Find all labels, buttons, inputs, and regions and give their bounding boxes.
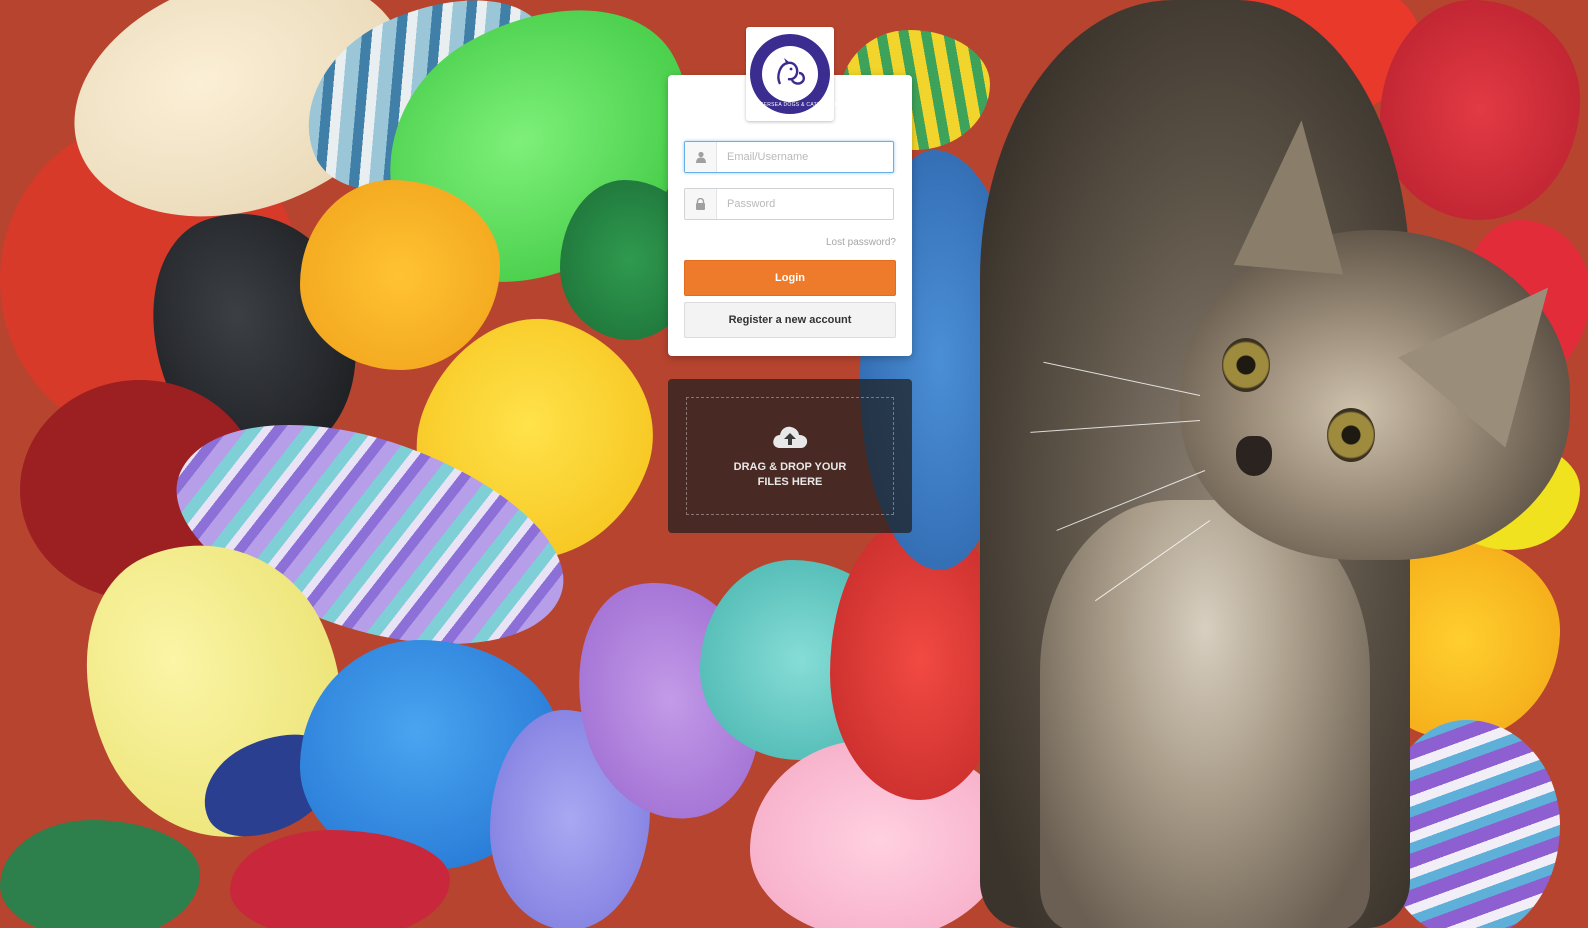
kitten-nose [1236, 436, 1272, 476]
username-field[interactable] [684, 141, 894, 173]
dropzone-border[interactable]: DRAG & DROP YOUR FILES HERE [686, 397, 894, 515]
username-input[interactable] [717, 142, 893, 172]
kitten-eye-right [1327, 408, 1375, 462]
password-input[interactable] [717, 189, 893, 219]
cloud-upload-icon [773, 426, 808, 448]
register-button[interactable]: Register a new account [684, 302, 896, 338]
kitten-ear-left [1233, 115, 1357, 275]
dropzone-label: DRAG & DROP YOUR FILES HERE [733, 461, 847, 488]
login-button[interactable]: Login [684, 260, 896, 296]
dog-and-cat-logo-glyph [777, 58, 805, 85]
logo-ring: BATTERSEA DOGS & CATS HOME [750, 34, 839, 114]
bg-green-bottom-left [0, 820, 200, 928]
kitten-chest [1040, 500, 1370, 928]
user-icon [685, 142, 717, 172]
dog-and-cat-logo-icon [762, 46, 818, 102]
password-field[interactable] [684, 188, 894, 220]
bg-red-star-mouse [1380, 0, 1580, 220]
file-dropzone[interactable]: DRAG & DROP YOUR FILES HERE [668, 379, 912, 533]
logo-ring-text: BATTERSEA DOGS & CATS HOME [750, 102, 839, 108]
bg-red-bottom [230, 830, 450, 928]
kitten-eye-left [1222, 338, 1270, 392]
bg-orange-mouse [300, 180, 500, 370]
user-icon-glyph [695, 151, 706, 163]
lock-icon-glyph [696, 198, 705, 210]
lock-icon [685, 189, 717, 219]
lost-password-link[interactable]: Lost password? [826, 237, 896, 248]
logo: BATTERSEA DOGS & CATS HOME [746, 27, 839, 121]
